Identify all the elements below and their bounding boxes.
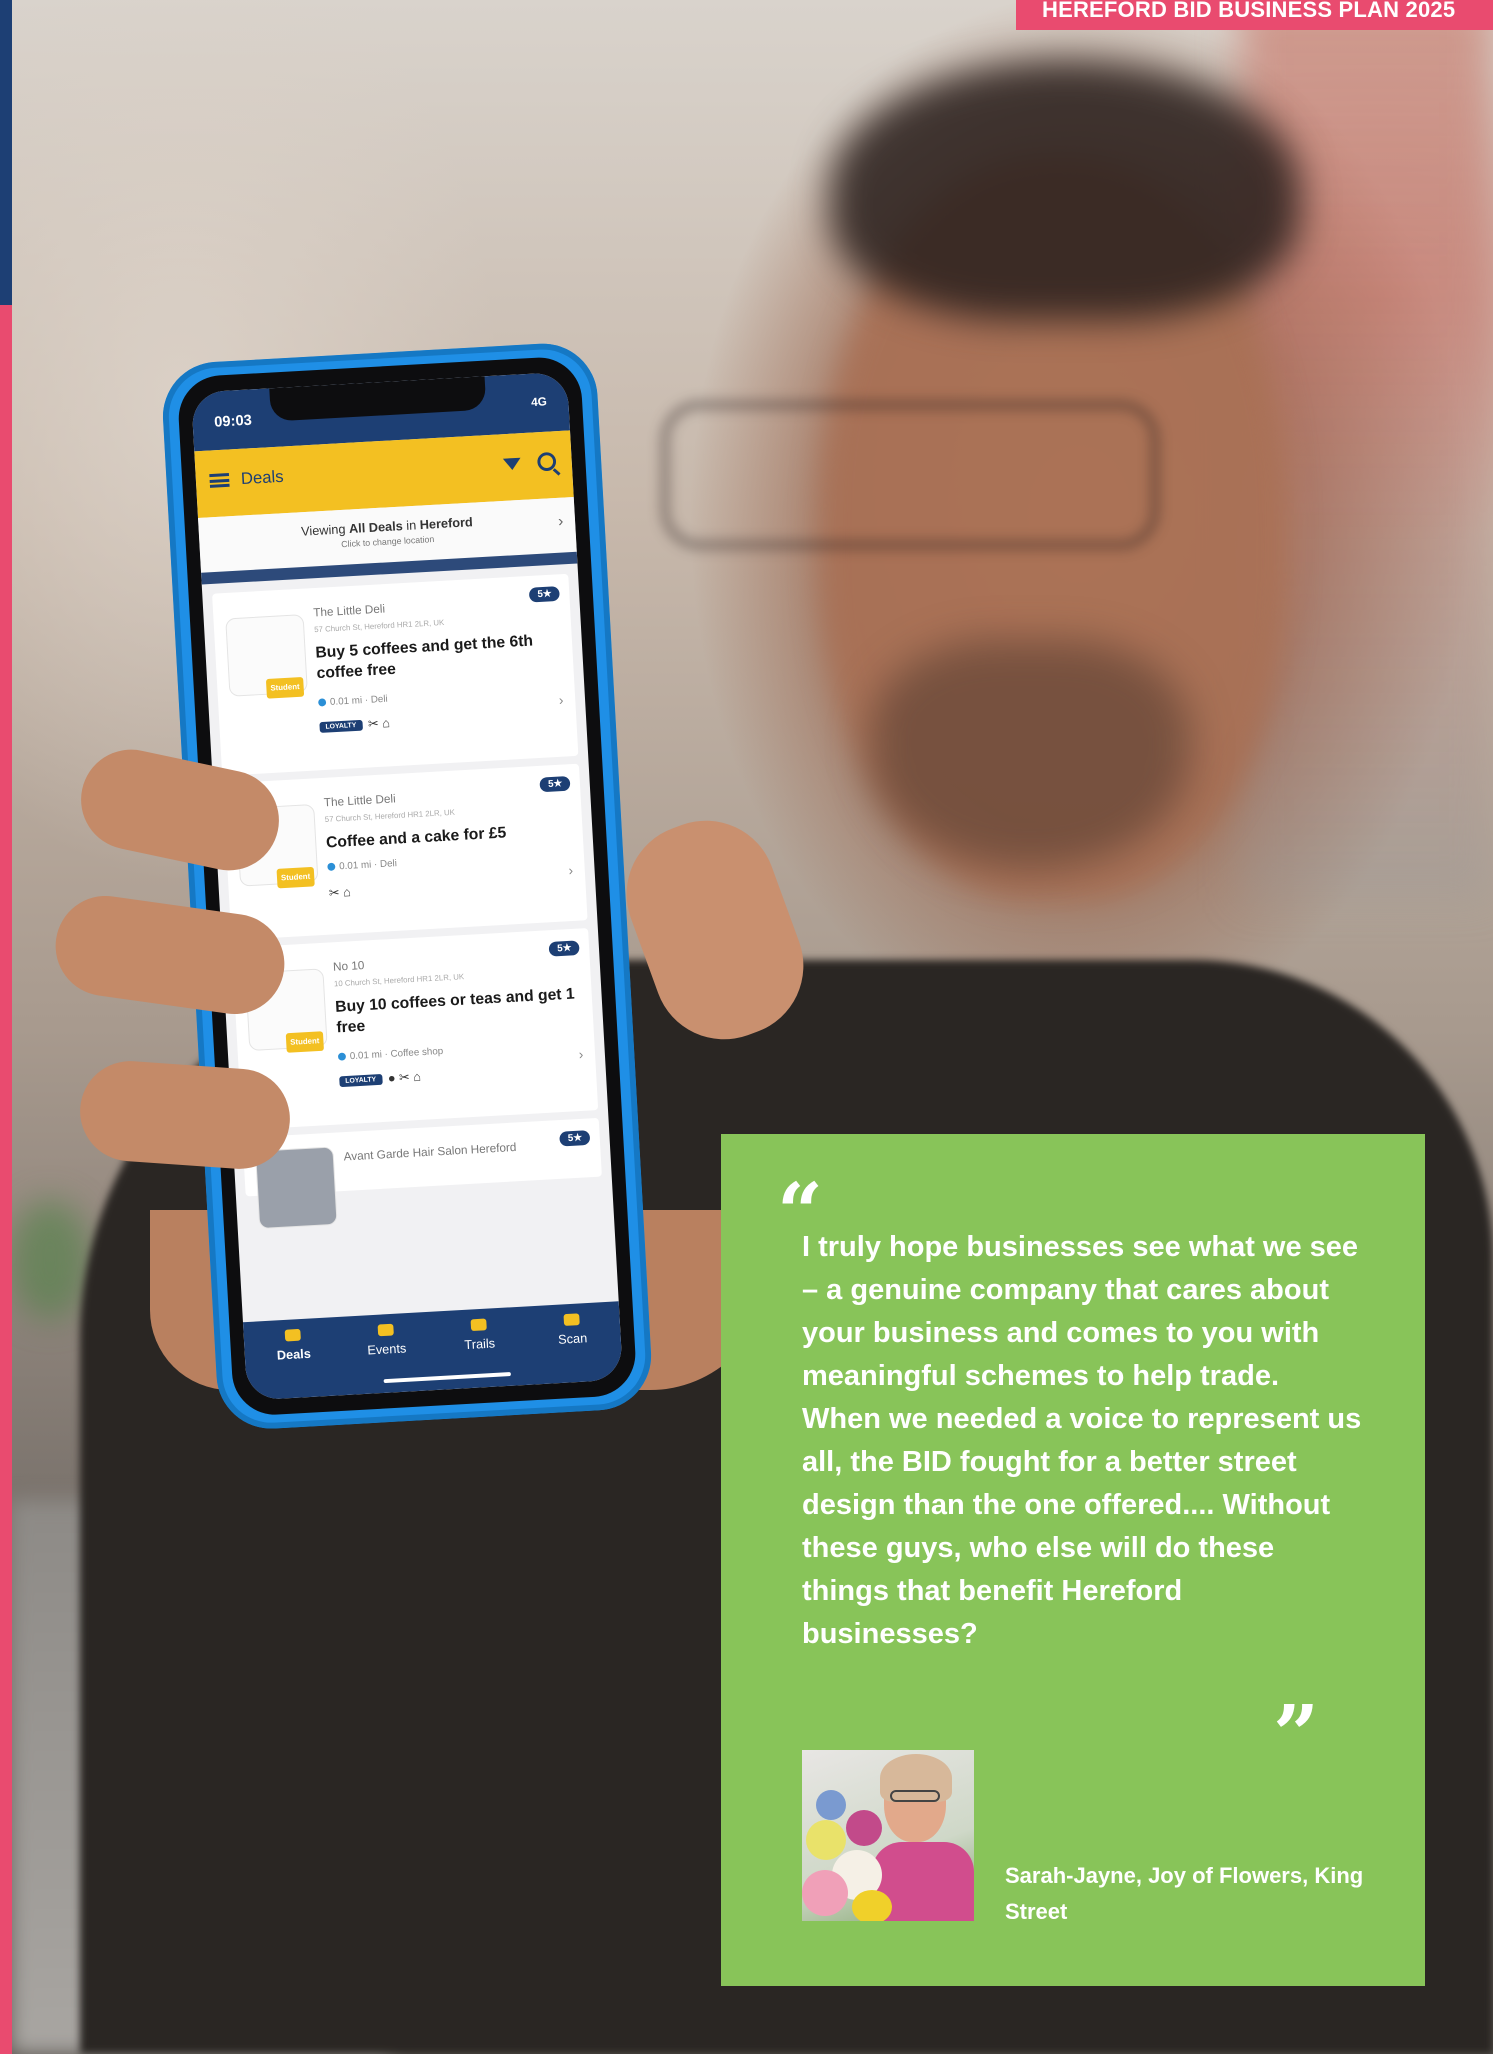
- student-tag: Student: [276, 866, 315, 889]
- student-tag: Student: [285, 1031, 324, 1053]
- amenity-icons: ✂ ⌂: [367, 715, 391, 732]
- testimonial-text: I truly hope businesses see what we see …: [802, 1231, 1362, 1650]
- man-glasses: [660, 400, 1160, 550]
- deal-merchant: No 10: [332, 958, 365, 974]
- plant-blur: [10, 1200, 90, 1320]
- deal-address: 57 Church St, Hereford HR1 2LR, UK: [313, 618, 445, 635]
- rating-badge: 5★: [539, 775, 571, 793]
- loyalty-badge: LOYALTY: [339, 1074, 383, 1088]
- deal-merchant: Avant Garde Hair Salon Hereford: [343, 1140, 517, 1164]
- loyalty-badge: LOYALTY: [319, 719, 363, 733]
- close-quote-mark: ”: [1273, 1687, 1320, 1781]
- chevron-right-icon: ›: [557, 513, 564, 531]
- deals-icon: [284, 1328, 301, 1342]
- deal-merchant: The Little Deli: [312, 601, 386, 620]
- chevron-right-icon: ›: [567, 862, 574, 879]
- testimonial-attribution: Sarah-Jayne, Joy of Flowers, King Street: [1005, 1863, 1364, 1924]
- testimonial-card: “ I truly hope businesses see what we se…: [721, 1134, 1425, 1986]
- rating-badge: 5★: [529, 586, 560, 603]
- deal-icons: LOYALTY ● ✂ ⌂: [339, 1069, 421, 1089]
- home-indicator: [383, 1372, 511, 1384]
- header-banner: HEREFORD BID BUSINESS PLAN 2025: [1016, 0, 1493, 30]
- student-tag: Student: [265, 676, 305, 699]
- app-title: Deals: [240, 467, 285, 489]
- deal-title: Buy 5 coffees and get the 6th coffee fre…: [315, 632, 534, 683]
- deal-card[interactable]: Student The Little Deli 57 Church St, He…: [222, 763, 588, 941]
- hand-finger: [76, 1057, 294, 1173]
- testimonial-photo: [802, 1750, 974, 1921]
- phone-screen: 09:03 4G Deals Viewing All Deals in Here…: [190, 371, 624, 1401]
- tab-trails[interactable]: Trails: [439, 1317, 519, 1354]
- filter-icon[interactable]: [502, 457, 522, 471]
- status-time: 09:03: [213, 411, 253, 431]
- deal-distance: 0.01 mi · Deli: [318, 694, 388, 709]
- deal-distance: 0.01 mi · Deli: [327, 858, 397, 873]
- amenity-icons: ● ✂ ⌂: [387, 1068, 422, 1086]
- deal-address: 10 Church St, Hereford HR1 2LR, UK: [333, 972, 465, 989]
- deal-merchant: The Little Deli: [323, 791, 397, 810]
- sidebar-accent-navy: [0, 0, 12, 305]
- scan-icon: [563, 1313, 580, 1326]
- amenity-icons: ✂ ⌂: [328, 884, 352, 901]
- status-signal: 4G: [530, 394, 548, 410]
- rating-badge: 5★: [549, 940, 580, 957]
- events-icon: [377, 1323, 394, 1337]
- tab-events[interactable]: Events: [346, 1322, 426, 1359]
- menu-icon[interactable]: [209, 473, 230, 488]
- tab-scan[interactable]: Scan: [532, 1312, 612, 1349]
- deal-card[interactable]: Student No 10 10 Church St, Hereford HR1…: [231, 928, 599, 1130]
- deal-icons: LOYALTY ✂ ⌂: [319, 715, 390, 735]
- rating-badge: 5★: [559, 1130, 591, 1147]
- search-icon[interactable]: [536, 451, 557, 472]
- chevron-right-icon: ›: [558, 691, 564, 708]
- sidebar-accent-pink: [0, 305, 12, 2054]
- phone: 09:03 4G Deals Viewing All Deals in Here…: [160, 340, 655, 1432]
- trails-icon: [470, 1318, 487, 1332]
- deal-title: Buy 10 coffees or teas and get 1 free: [334, 985, 576, 1037]
- deal-card[interactable]: Student The Little Deli 57 Church St, He…: [212, 573, 579, 776]
- deal-card[interactable]: Avant Garde Hair Salon Hereford 5★: [242, 1117, 602, 1230]
- chevron-right-icon: ›: [578, 1046, 584, 1063]
- man-beard: [870, 640, 1190, 870]
- deal-title: Coffee and a cake for £5: [325, 824, 507, 852]
- deal-address: 57 Church St, Hereford HR1 2LR, UK: [324, 807, 456, 824]
- man-hair: [830, 60, 1300, 320]
- deal-distance: 0.01 mi · Coffee shop: [338, 1046, 444, 1063]
- tab-deals[interactable]: Deals: [253, 1327, 333, 1364]
